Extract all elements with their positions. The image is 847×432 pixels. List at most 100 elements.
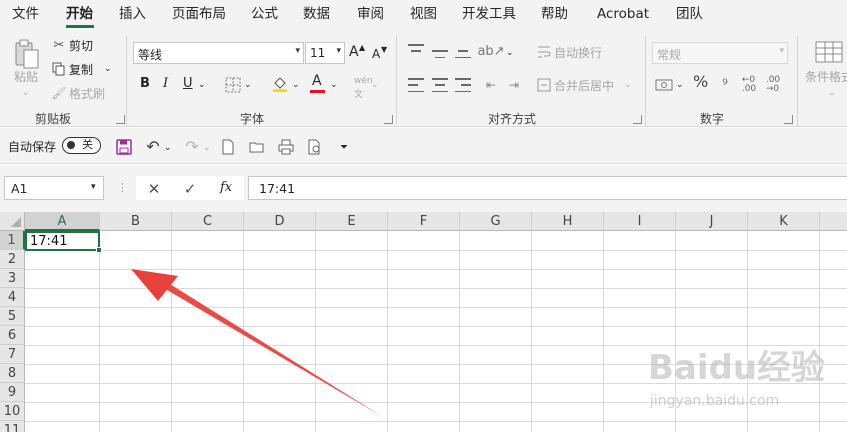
align-center-icon[interactable] bbox=[432, 78, 448, 92]
font-launcher-icon[interactable] bbox=[384, 115, 393, 124]
row-header-10[interactable]: 10 bbox=[0, 402, 25, 421]
cut-button[interactable]: 剪切 bbox=[69, 39, 93, 53]
customize-qat-icon[interactable]: ⏷ bbox=[340, 141, 348, 155]
align-top-icon[interactable] bbox=[408, 44, 424, 58]
paste-dropdown-icon[interactable]: ⌄ bbox=[22, 86, 30, 100]
borders-icon[interactable] bbox=[225, 77, 241, 93]
clipboard-launcher-icon[interactable] bbox=[116, 115, 125, 124]
menu-data[interactable]: 数据 bbox=[303, 6, 330, 23]
font-color-dropdown-icon[interactable]: ⌄ bbox=[330, 78, 338, 92]
shrink-font-button[interactable]: A bbox=[372, 47, 380, 61]
row-header-2[interactable]: 2 bbox=[0, 250, 25, 269]
menu-help[interactable]: 帮助 bbox=[541, 6, 568, 23]
column-header-partial[interactable] bbox=[820, 212, 847, 231]
column-header-j[interactable]: J bbox=[676, 212, 748, 231]
menu-home[interactable]: 开始 bbox=[66, 6, 93, 23]
menu-acrobat[interactable]: Acrobat bbox=[597, 6, 649, 23]
column-header-e[interactable]: E bbox=[316, 212, 388, 231]
paste-label[interactable]: 粘贴 bbox=[14, 70, 38, 84]
cell-a1[interactable]: 17:41 bbox=[25, 231, 100, 251]
decrease-decimal-icon[interactable]: .00 →0 bbox=[764, 76, 782, 94]
autosave-toggle[interactable]: 关 bbox=[62, 137, 101, 154]
increase-indent-icon[interactable]: ⇥ bbox=[506, 77, 522, 93]
phonetic-dropdown-icon[interactable]: ⌄ bbox=[371, 78, 379, 92]
italic-button[interactable]: I bbox=[163, 77, 168, 91]
redo-icon[interactable]: ↷ bbox=[183, 138, 201, 156]
fill-color-icon[interactable] bbox=[272, 75, 288, 93]
column-header-d[interactable]: D bbox=[244, 212, 316, 231]
align-bottom-icon[interactable] bbox=[455, 44, 471, 58]
underline-dropdown-icon[interactable]: ⌄ bbox=[198, 78, 206, 92]
merge-center-button[interactable]: 合并后居中 bbox=[554, 79, 614, 93]
menu-page-layout[interactable]: 页面布局 bbox=[172, 6, 226, 23]
menu-team[interactable]: 团队 bbox=[676, 6, 703, 23]
row-header-7[interactable]: 7 bbox=[0, 345, 25, 364]
column-header-k[interactable]: K bbox=[748, 212, 820, 231]
merge-dropdown-icon[interactable]: ⌄ bbox=[624, 78, 632, 92]
row-header-9[interactable]: 9 bbox=[0, 383, 25, 402]
menu-formulas[interactable]: 公式 bbox=[251, 6, 278, 23]
phonetic-icon[interactable]: wén 文 bbox=[354, 74, 373, 102]
grow-font-button[interactable]: A bbox=[349, 45, 359, 59]
new-file-icon[interactable] bbox=[221, 139, 235, 155]
menu-file[interactable]: 文件 bbox=[12, 6, 39, 23]
menu-developer[interactable]: 开发工具 bbox=[462, 6, 516, 23]
accounting-format-icon[interactable] bbox=[655, 77, 673, 93]
font-color-button[interactable]: A bbox=[312, 74, 322, 88]
column-header-h[interactable]: H bbox=[532, 212, 604, 231]
row-header-6[interactable]: 6 bbox=[0, 326, 25, 345]
align-left-icon[interactable] bbox=[408, 78, 424, 92]
comma-style-icon[interactable]: ⁹ bbox=[716, 77, 734, 93]
fill-handle[interactable] bbox=[96, 247, 102, 253]
fill-color-dropdown-icon[interactable]: ⌄ bbox=[292, 78, 300, 92]
row-header-3[interactable]: 3 bbox=[0, 269, 25, 288]
redo-dropdown-icon[interactable]: ⌄ bbox=[203, 141, 211, 155]
percent-button[interactable]: % bbox=[693, 74, 708, 90]
format-painter-button[interactable]: 格式刷 bbox=[69, 87, 105, 101]
open-folder-icon[interactable] bbox=[249, 139, 265, 155]
column-header-c[interactable]: C bbox=[172, 212, 244, 231]
column-header-b[interactable]: B bbox=[100, 212, 172, 231]
copy-dropdown-icon[interactable]: ⌄ bbox=[104, 62, 112, 76]
row-header-1[interactable]: 1 bbox=[0, 231, 25, 250]
conditional-format-dropdown-icon[interactable]: ⌄ bbox=[828, 86, 836, 100]
undo-dropdown-icon[interactable]: ⌄ bbox=[164, 141, 172, 155]
menu-review[interactable]: 审阅 bbox=[357, 6, 384, 23]
column-header-i[interactable]: I bbox=[604, 212, 676, 231]
alignment-launcher-icon[interactable] bbox=[633, 115, 642, 124]
formula-input[interactable]: 17:41 bbox=[248, 176, 847, 200]
row-header-8[interactable]: 8 bbox=[0, 364, 25, 383]
cancel-icon[interactable]: ✕ bbox=[145, 180, 163, 198]
align-middle-icon[interactable] bbox=[432, 44, 448, 58]
print-preview-icon[interactable] bbox=[307, 139, 323, 155]
increase-decimal-icon[interactable]: ←0.00 bbox=[740, 76, 758, 94]
conditional-format-button[interactable]: 条件格式 bbox=[805, 70, 847, 84]
undo-icon[interactable]: ↶ bbox=[144, 138, 162, 156]
decrease-indent-icon[interactable]: ⇤ bbox=[483, 77, 499, 93]
chevron-down-icon[interactable]: ▾ bbox=[91, 182, 96, 192]
align-right-icon[interactable] bbox=[455, 78, 471, 92]
wrap-text-button[interactable]: 自动换行 bbox=[554, 46, 602, 60]
conditional-format-icon[interactable] bbox=[815, 40, 843, 64]
bold-button[interactable]: B bbox=[140, 77, 150, 91]
font-size-select[interactable]: 11 ▾ bbox=[305, 42, 345, 64]
number-format-select[interactable]: 常规 ▾ bbox=[652, 42, 788, 64]
copy-button[interactable]: 复制 bbox=[69, 63, 93, 77]
formula-bar-grip-icon[interactable]: ⋮ bbox=[117, 181, 128, 195]
menu-insert[interactable]: 插入 bbox=[119, 6, 146, 23]
column-header-f[interactable]: F bbox=[388, 212, 460, 231]
borders-dropdown-icon[interactable]: ⌄ bbox=[244, 78, 252, 92]
name-box[interactable]: A1 ▾ bbox=[4, 176, 104, 200]
column-header-g[interactable]: G bbox=[460, 212, 532, 231]
save-icon[interactable] bbox=[116, 139, 132, 155]
row-header-4[interactable]: 4 bbox=[0, 288, 25, 307]
paste-icon[interactable] bbox=[13, 38, 41, 70]
orientation-icon[interactable]: ab↗ bbox=[477, 42, 504, 60]
font-name-select[interactable]: 等线 ▾ bbox=[133, 42, 304, 64]
insert-function-button[interactable]: fx bbox=[220, 181, 232, 195]
enter-icon[interactable]: ✓ bbox=[181, 180, 199, 198]
column-header-a[interactable]: A bbox=[25, 212, 100, 231]
row-header-11[interactable]: 11 bbox=[0, 421, 25, 432]
menu-view[interactable]: 视图 bbox=[410, 6, 437, 23]
print-icon[interactable] bbox=[278, 139, 294, 155]
